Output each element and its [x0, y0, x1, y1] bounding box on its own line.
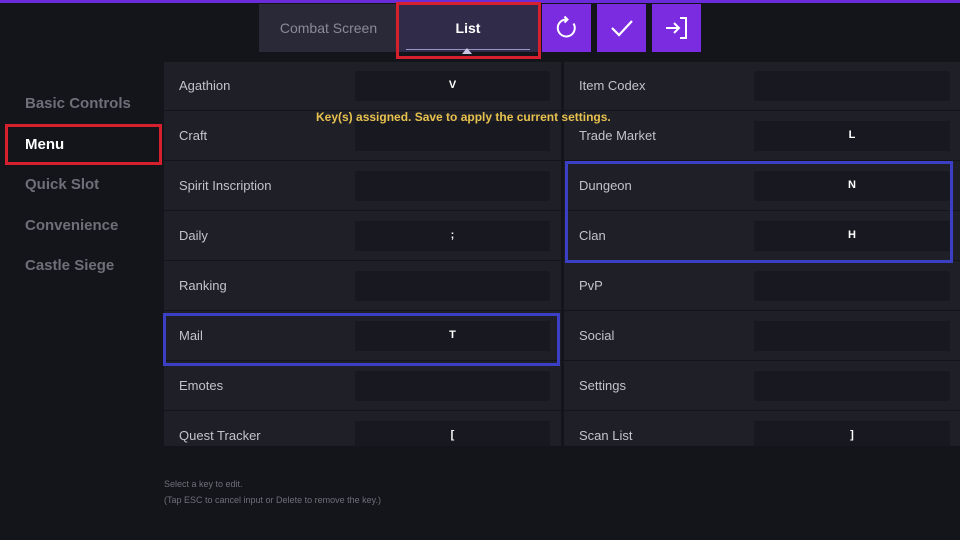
- keybind-label: Social: [579, 328, 615, 343]
- check-icon: [610, 20, 633, 37]
- keybind-row-daily[interactable]: Daily;: [164, 211, 561, 260]
- sidebar-item-quick-slot[interactable]: Quick Slot: [25, 176, 99, 193]
- keybind-label: Item Codex: [579, 78, 646, 93]
- tab-list-highlight: [396, 2, 541, 59]
- keybind-key: V: [448, 79, 457, 91]
- tab-combat-screen-label: Combat Screen: [279, 20, 378, 36]
- keybind-label: Agathion: [179, 78, 231, 93]
- keybind-row-social[interactable]: Social: [564, 311, 960, 360]
- keybind-row-emotes[interactable]: Emotes: [164, 361, 561, 410]
- help-text-select: Select a key to edit.: [164, 479, 243, 489]
- keybind-label: Spirit Inscription: [179, 178, 272, 193]
- keybind-row-ranking[interactable]: Ranking: [164, 261, 561, 310]
- keybind-key: [355, 161, 550, 210]
- keybind-row-agathion[interactable]: Agathion V: [164, 62, 561, 110]
- keybind-label: Emotes: [179, 378, 224, 393]
- help-text-escape: (Tap ESC to cancel input or Delete to re…: [164, 495, 381, 505]
- keybind-label: Craft: [179, 128, 208, 143]
- sidebar-menu-highlight: [5, 124, 162, 165]
- confirm-button[interactable]: [597, 4, 646, 52]
- keybind-row-pvp[interactable]: PvP: [564, 261, 960, 310]
- keybind-key: [355, 361, 550, 410]
- keybind-key: L: [848, 129, 856, 141]
- keybind-label: Scan List: [579, 428, 633, 443]
- keybind-label: Daily: [179, 228, 208, 243]
- keybind-label: Ranking: [179, 278, 227, 293]
- keybind-key: [754, 261, 950, 310]
- keybind-key: ]: [850, 429, 854, 441]
- keybind-key: [754, 62, 950, 110]
- tab-combat-screen[interactable]: Combat Screen: [259, 4, 398, 52]
- sidebar-item-convenience[interactable]: Convenience: [25, 217, 118, 234]
- notice-message: Key(s) assigned. Save to apply the curre…: [316, 110, 611, 124]
- keybind-label: Quest Tracker: [179, 428, 261, 443]
- keybind-row-quest-tracker[interactable]: Quest Tracker [: [164, 411, 561, 446]
- keybind-key: ;: [450, 229, 455, 241]
- keybind-row-trade-market[interactable]: Trade Market L: [564, 111, 960, 160]
- exit-button[interactable]: [652, 4, 701, 52]
- reset-button[interactable]: [542, 4, 591, 52]
- exit-icon: [665, 17, 687, 39]
- keybind-row-spirit-inscription[interactable]: Spirit Inscription: [164, 161, 561, 210]
- mail-highlight: [163, 313, 560, 366]
- keybind-key: [: [450, 429, 455, 441]
- keybind-row-settings[interactable]: Settings: [564, 361, 960, 410]
- sidebar-item-castle-siege[interactable]: Castle Siege: [25, 257, 114, 274]
- keybind-key: [754, 311, 950, 360]
- reset-icon: [556, 15, 576, 38]
- keybind-row-item-codex[interactable]: Item Codex: [564, 62, 960, 110]
- keybind-row-scan-list[interactable]: Scan List]: [564, 411, 960, 446]
- keybind-label: Settings: [579, 378, 626, 393]
- keybind-key: [754, 361, 950, 410]
- sidebar-item-basic-controls[interactable]: Basic Controls: [25, 95, 131, 112]
- keybind-label: PvP: [579, 278, 603, 293]
- keybind-key: [355, 261, 550, 310]
- dungeon-clan-highlight: [565, 161, 953, 263]
